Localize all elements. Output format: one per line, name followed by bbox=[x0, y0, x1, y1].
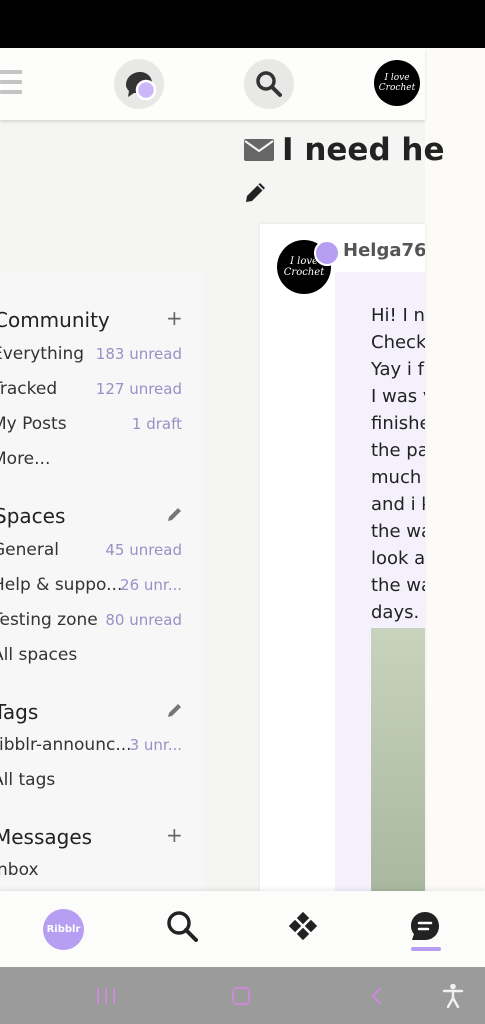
nav-search-icon[interactable] bbox=[165, 909, 199, 947]
edit-title-icon[interactable] bbox=[244, 180, 268, 208]
post-line: the pa bbox=[371, 440, 425, 461]
user-badge-icon bbox=[314, 240, 340, 266]
chat-button[interactable] bbox=[114, 59, 164, 109]
sidebar-item-inbox[interactable]: Inbox bbox=[0, 860, 182, 880]
chat-bubble-icon bbox=[126, 72, 157, 101]
sidebar-item-more[interactable]: More... bbox=[0, 449, 182, 469]
add-community-icon[interactable]: + bbox=[166, 306, 183, 330]
post-line: Hi! I ne bbox=[371, 305, 425, 326]
envelope-icon bbox=[244, 139, 274, 165]
spaces-section-title: Spaces bbox=[0, 504, 66, 528]
avatar-text: I love Crochet bbox=[378, 73, 416, 93]
community-section-title: Community bbox=[0, 308, 110, 332]
home-icon[interactable] bbox=[231, 986, 251, 1010]
accessibility-icon[interactable] bbox=[442, 983, 464, 1013]
sidebar-item-my-posts[interactable]: My Posts1 draft bbox=[0, 414, 182, 434]
topic-title: I need he bbox=[282, 132, 445, 168]
post-body: Hi! I ne Check Yay i f I was v finishe t… bbox=[335, 272, 425, 891]
background-panel bbox=[425, 48, 485, 891]
nav-patterns-icon[interactable] bbox=[286, 909, 320, 947]
app-header: I love Crochet bbox=[0, 48, 425, 120]
status-bar bbox=[0, 0, 485, 48]
post-line: days. bbox=[371, 602, 420, 623]
post-line: much bbox=[371, 467, 422, 488]
user-avatar-button[interactable]: I love Crochet bbox=[374, 60, 420, 106]
post-text: Hi! I ne Check Yay i f I was v finishe t… bbox=[371, 302, 425, 626]
sidebar-item-everything[interactable]: Everything 183 unread bbox=[0, 344, 182, 364]
sidebar-item-all-tags[interactable]: All tags bbox=[0, 770, 182, 790]
post-card: I love Crochet Helga76 Hi! I ne Check Ya… bbox=[260, 224, 425, 891]
sidebar-item-ribblr-announcements[interactable]: ribblr-announc... 3 unr... bbox=[0, 735, 182, 755]
post-line: the wa bbox=[371, 521, 425, 542]
hamburger-menu-icon[interactable] bbox=[0, 70, 22, 96]
sidebar: Community + Everything183 unread Tracked… bbox=[0, 272, 203, 891]
post-username[interactable]: Helga76 bbox=[343, 240, 425, 261]
post-line: the wa bbox=[371, 575, 425, 596]
post-line: Check bbox=[371, 332, 425, 353]
system-navigation-bar bbox=[0, 967, 485, 1024]
add-message-icon[interactable]: + bbox=[166, 823, 183, 847]
search-button[interactable] bbox=[244, 59, 294, 109]
search-icon bbox=[256, 71, 282, 97]
sidebar-item-testing-zone[interactable]: Testing zone 80 unread bbox=[0, 610, 182, 630]
sidebar-item-all-spaces[interactable]: All spaces bbox=[0, 645, 182, 665]
edit-tags-icon[interactable] bbox=[166, 700, 184, 724]
sidebar-item-help-support[interactable]: Help & suppo... 26 unr... bbox=[0, 575, 182, 595]
nav-chat-icon[interactable] bbox=[408, 909, 442, 957]
ribblr-logo-button[interactable]: Ribblr bbox=[43, 909, 84, 950]
edit-spaces-icon[interactable] bbox=[166, 504, 184, 528]
logo-text: Ribblr bbox=[46, 924, 81, 935]
post-line: Yay i f bbox=[371, 359, 424, 380]
sidebar-item-tracked[interactable]: Tracked127 unread bbox=[0, 379, 182, 399]
bottom-navigation: Ribblr bbox=[0, 891, 485, 967]
post-line: I was v bbox=[371, 386, 425, 407]
recent-apps-icon[interactable] bbox=[96, 987, 116, 1009]
messages-section-title: Messages bbox=[0, 825, 93, 849]
post-image[interactable] bbox=[371, 628, 425, 891]
back-icon[interactable] bbox=[370, 986, 384, 1010]
post-line: look a bbox=[371, 548, 425, 569]
tags-section-title: Tags bbox=[0, 700, 39, 724]
post-line: finishe bbox=[371, 413, 425, 434]
sidebar-item-general[interactable]: General45 unread bbox=[0, 540, 182, 560]
post-line: and i k bbox=[371, 494, 425, 515]
